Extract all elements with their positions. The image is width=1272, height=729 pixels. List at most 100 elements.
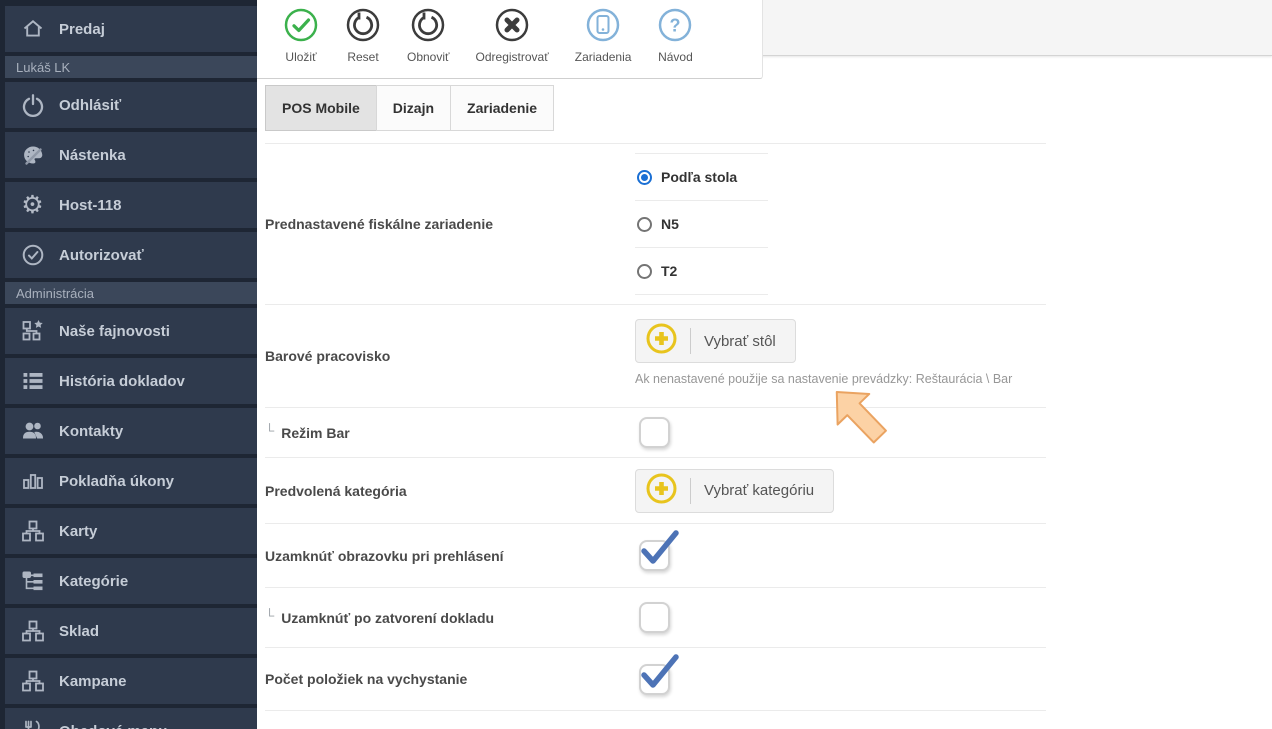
refresh-icon <box>410 7 446 48</box>
radio-unselected-icon[interactable] <box>637 217 652 232</box>
sidebar-item-label: Host-118 <box>59 197 122 214</box>
cutlery-icon <box>19 718 46 729</box>
sidebar-item-kontakty[interactable]: Kontakty <box>5 408 257 454</box>
sidebar-section-administracia: Administrácia <box>5 282 257 304</box>
toolbar: Uložiť Reset O <box>257 0 763 79</box>
toolbar-button-label: Reset <box>347 50 378 64</box>
sidebar-item-label: Nástenka <box>59 147 126 164</box>
sidebar-item-karty[interactable]: Karty <box>5 508 257 554</box>
radio-label: Podľa stola <box>661 169 737 185</box>
radio-unselected-icon[interactable] <box>637 264 652 279</box>
tab-zariadenie[interactable]: Zariadenie <box>450 85 554 131</box>
sidebar-item-kategorie[interactable]: Kategórie <box>5 558 257 604</box>
row-label: Počet položiek na vychystanie <box>265 648 635 710</box>
radio-option-podla-stola[interactable]: Podľa stola <box>635 154 768 201</box>
check-mark-icon <box>641 657 672 688</box>
sub-item-marker: └ <box>265 423 274 438</box>
toolbar-button-label: Zariadenia <box>575 50 632 64</box>
radio-option-t2[interactable]: T2 <box>635 248 768 295</box>
sidebar-item-label: Sklad <box>59 623 99 640</box>
rezim-bar-checkbox-unchecked[interactable] <box>639 417 670 448</box>
sidebar-item-predaj[interactable]: Predaj <box>5 6 257 52</box>
help-button[interactable]: ? Návod <box>644 7 706 64</box>
row-label: Prednastavené fiskálne zariadenie <box>265 144 635 304</box>
question-icon: ? <box>657 7 693 48</box>
radio-label: T2 <box>661 263 677 279</box>
home-icon <box>19 16 46 42</box>
sidebar-item-autorizovat[interactable]: Autorizovať <box>5 232 257 278</box>
items-to-prepare-checkbox-checked[interactable] <box>639 664 670 695</box>
reset-button[interactable]: Reset <box>332 7 394 64</box>
bar-chart-icon <box>19 468 46 494</box>
row-label: Barové pracovisko <box>265 305 635 407</box>
sidebar-item-label: Autorizovať <box>59 247 144 264</box>
sidebar-item-label: Naše fajnovosti <box>59 323 170 340</box>
form-row-bar-workstation: Barové pracovisko Vybrať stôl Ak nenasta… <box>265 305 1046 408</box>
settings-form: Prednastavené fiskálne zariadenie Podľa … <box>265 143 1046 711</box>
toolbar-button-label: Návod <box>658 50 693 64</box>
fiscal-device-radio-group: Podľa stola N5 T2 <box>635 153 768 295</box>
refresh-button[interactable]: Obnoviť <box>394 7 463 64</box>
sidebar-item-kampane[interactable]: Kampane <box>5 658 257 704</box>
unregister-x-icon <box>494 7 530 48</box>
select-category-button-label: Vybrať kategóriu <box>704 482 814 499</box>
toolbar-button-label: Odregistrovať <box>476 50 549 64</box>
mobile-device-icon <box>585 7 621 48</box>
sidebar-item-pokladna-ukony[interactable]: Pokladňa úkony <box>5 458 257 504</box>
gear-icon: ⚙ <box>19 192 46 218</box>
sidebar-section-label: Lukáš LK <box>16 60 70 75</box>
row-label: Predvolená kategória <box>265 458 635 523</box>
sidebar-item-obedove-menu[interactable]: Obedové menu <box>5 708 257 729</box>
plus-circle-icon <box>646 323 677 359</box>
sidebar-item-historia-dokladov[interactable]: História dokladov <box>5 358 257 404</box>
form-row-items-to-prepare: Počet položiek na vychystanie <box>265 648 1046 711</box>
main-content: Uložiť Reset O <box>257 0 1272 729</box>
sidebar-item-label: História dokladov <box>59 373 185 390</box>
save-button[interactable]: Uložiť <box>270 7 332 64</box>
sub-item-marker: └ <box>265 608 274 623</box>
blocks-icon <box>19 618 46 644</box>
radio-selected-icon[interactable] <box>637 170 652 185</box>
form-row-default-category: Predvolená kategória Vybrať kategóriu <box>265 458 1046 524</box>
svg-text:?: ? <box>670 16 681 36</box>
lock-after-close-checkbox-unchecked[interactable] <box>639 602 670 633</box>
sidebar-item-sklad[interactable]: Sklad <box>5 608 257 654</box>
devices-button[interactable]: Zariadenia <box>562 7 645 64</box>
check-circle-icon <box>19 242 46 268</box>
select-table-button-label: Vybrať stôl <box>704 333 776 350</box>
sidebar-item-label: Kontakty <box>59 423 123 440</box>
select-category-button[interactable]: Vybrať kategóriu <box>635 469 834 513</box>
palette-icon <box>19 142 46 168</box>
sidebar-item-host[interactable]: ⚙ Host-118 <box>5 182 257 228</box>
tab-pos-mobile[interactable]: POS Mobile <box>265 85 377 131</box>
tab-bar: POS Mobile Dizajn Zariadenie <box>266 85 554 131</box>
power-icon <box>19 92 46 118</box>
form-row-rezim-bar: └ Režim Bar <box>265 408 1046 458</box>
sidebar-item-nase-fajnovosti[interactable]: Naše fajnovosti <box>5 308 257 354</box>
bar-workstation-help-text: Ak nenastavené použije sa nastavenie pre… <box>635 372 1046 386</box>
lock-screen-checkbox-checked[interactable] <box>639 540 670 571</box>
sidebar: Predaj Lukáš LK Odhlásiť Nástenka <box>0 0 257 729</box>
sidebar-item-odhlasit[interactable]: Odhlásiť <box>5 82 257 128</box>
blocks-icon <box>19 518 46 544</box>
row-label: └ Režim Bar <box>265 408 635 457</box>
form-row-lock-screen: Uzamknúť obrazovku pri prehlásení <box>265 524 1046 588</box>
sidebar-item-nastenka[interactable]: Nástenka <box>5 132 257 178</box>
sidebar-item-label: Kampane <box>59 673 127 690</box>
form-row-fiscal-device: Prednastavené fiskálne zariadenie Podľa … <box>265 144 1046 305</box>
app-window: Predaj Lukáš LK Odhlásiť Nástenka <box>0 0 1272 729</box>
button-divider <box>690 478 691 504</box>
sidebar-section-user: Lukáš LK <box>5 56 257 78</box>
tab-dizajn[interactable]: Dizajn <box>376 85 451 131</box>
select-table-button[interactable]: Vybrať stôl <box>635 319 796 363</box>
sidebar-item-label: Obedové menu <box>59 723 167 729</box>
sidebar-item-label: Odhlásiť <box>59 97 121 114</box>
blocks-icon <box>19 668 46 694</box>
toolbar-button-label: Obnoviť <box>407 50 450 64</box>
plus-circle-icon <box>646 473 677 509</box>
radio-option-n5[interactable]: N5 <box>635 201 768 248</box>
save-check-icon <box>283 7 319 48</box>
radio-label: N5 <box>661 216 679 232</box>
unregister-button[interactable]: Odregistrovať <box>463 7 562 64</box>
sidebar-item-label: Karty <box>59 523 97 540</box>
